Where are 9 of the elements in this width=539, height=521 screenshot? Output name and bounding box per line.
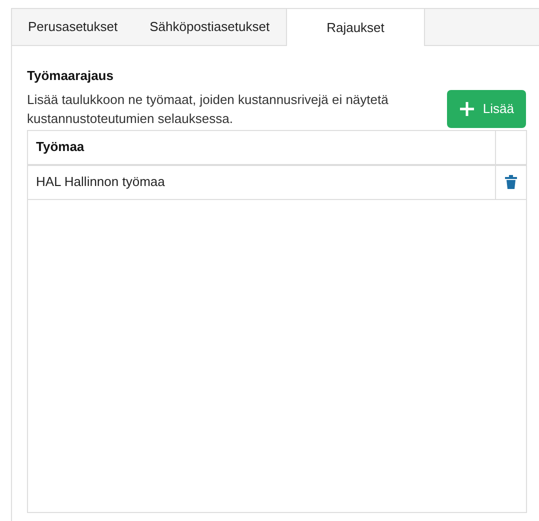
section-description: Lisää taulukkoon ne työmaat, joiden kustannusrivejä ei näytetä kustannustoteutumien selauksessa. [27, 90, 390, 128]
column-header: Työmaa [35, 138, 86, 156]
section-title: Työmaarajaus [27, 67, 114, 85]
tab[interactable]: Sähköpostiasetukset [134, 9, 286, 45]
tab[interactable]: Rajaukset [286, 9, 426, 46]
trash-icon[interactable] [505, 175, 517, 189]
table-cell-text: HAL Hallinnon työmaa [35, 173, 166, 192]
plus-icon [458, 100, 475, 116]
tab[interactable]: Perusasetukset [12, 9, 134, 45]
